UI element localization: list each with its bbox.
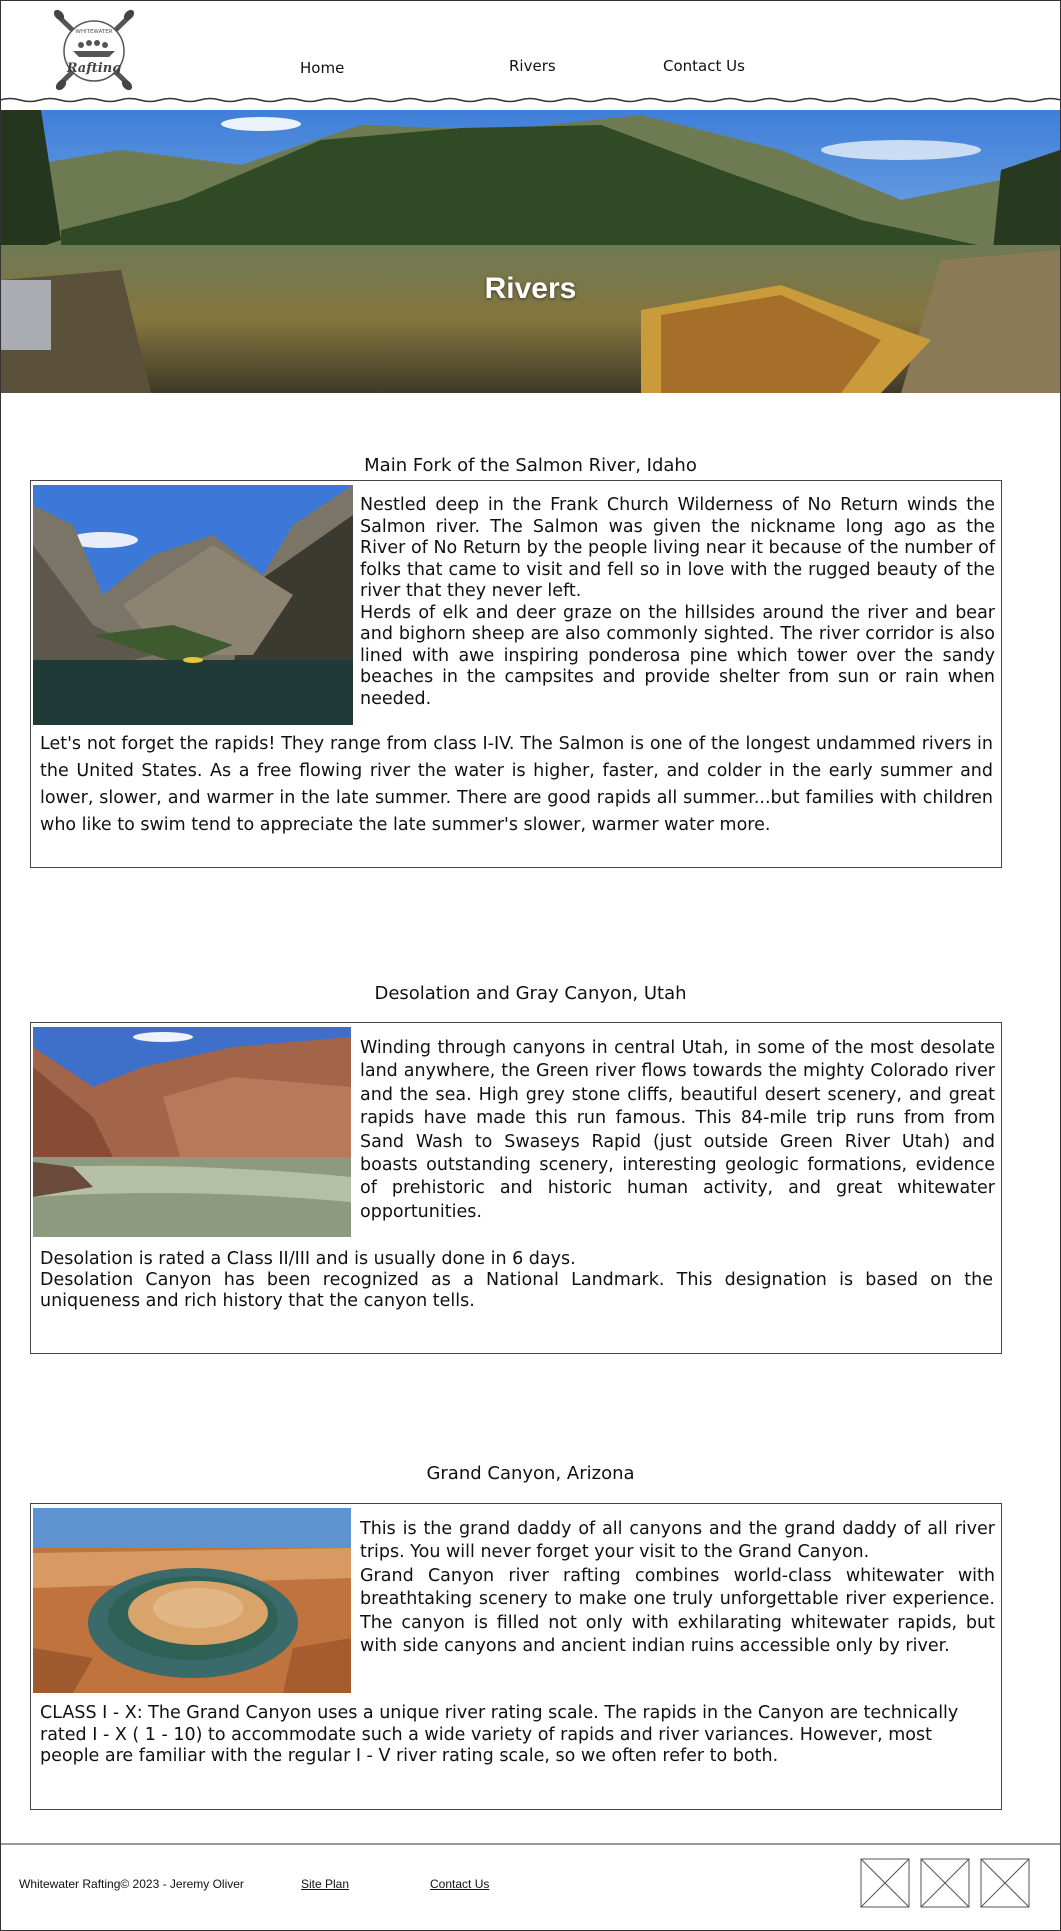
footer-contact-link[interactable]: Contact Us (430, 1877, 489, 1891)
river-title-grand-canyon: Grand Canyon, Arizona (426, 1463, 635, 1484)
logo-script-text: Rafting (66, 61, 122, 76)
salmon-paragraph-1: Nestled deep in the Frank Church Wildern… (360, 495, 995, 601)
header-divider (0, 97, 1061, 103)
site-header: WHITEWATER Rafting Home Rivers Contact U… (1, 1, 1060, 98)
logo-top-text: WHITEWATER (75, 29, 112, 35)
desolation-bottom-text: Desolation is rated a Class II/III and i… (40, 1249, 993, 1312)
whitewater-rafting-logo[interactable]: WHITEWATER Rafting (51, 9, 137, 93)
river-title-desolation: Desolation and Gray Canyon, Utah (374, 983, 687, 1004)
salmon-bottom-text: Let's not forget the rapids! They range … (40, 734, 993, 835)
placeholder-image-icon[interactable] (980, 1858, 1030, 1908)
desolation-paragraph-1: Winding through canyons in central Utah,… (360, 1038, 995, 1222)
river-title-salmon: Main Fork of the Salmon River, Idaho (364, 455, 697, 476)
salmon-side-text: Nestled deep in the Frank Church Wildern… (360, 495, 995, 710)
grand-canyon-bottom-text: CLASS I - X: The Grand Canyon uses a uni… (40, 1703, 959, 1766)
desolation-side-text: Winding through canyons in central Utah,… (360, 1037, 995, 1224)
placeholder-image-icon[interactable] (920, 1858, 970, 1908)
grand-canyon-paragraph-1: This is the grand daddy of all canyons a… (360, 1519, 995, 1563)
nav-home-link[interactable]: Home (300, 59, 344, 77)
grand-canyon-photo (33, 1508, 351, 1693)
salmon-river-photo (33, 485, 353, 725)
desolation-canyon-photo (33, 1027, 351, 1237)
river-card-grand-canyon: This is the grand daddy of all canyons a… (30, 1503, 1002, 1810)
grand-canyon-paragraph-2: Grand Canyon river rafting combines worl… (360, 1565, 995, 1657)
nav-contact-link[interactable]: Contact Us (663, 57, 745, 75)
desolation-landmark-text: Desolation Canyon has been recognized as… (40, 1270, 993, 1311)
nav-rivers-link[interactable]: Rivers (509, 57, 556, 75)
hero-title: Rivers (484, 272, 577, 305)
salmon-paragraph-2: Herds of elk and deer graze on the hills… (360, 602, 995, 709)
hero-river-photo (1, 110, 1060, 393)
footer-copyright: Whitewater Rafting© 2023 - Jeremy Oliver (19, 1877, 244, 1891)
desolation-rating-text: Desolation is rated a Class II/III and i… (40, 1249, 576, 1269)
river-card-desolation: Winding through canyons in central Utah,… (30, 1022, 1002, 1354)
placeholder-image-icon[interactable] (860, 1858, 910, 1908)
footer-divider (0, 1843, 1061, 1845)
grand-canyon-side-text: This is the grand daddy of all canyons a… (360, 1518, 995, 1658)
river-card-salmon: Nestled deep in the Frank Church Wildern… (30, 480, 1002, 868)
footer-site-plan-link[interactable]: Site Plan (301, 1877, 349, 1891)
